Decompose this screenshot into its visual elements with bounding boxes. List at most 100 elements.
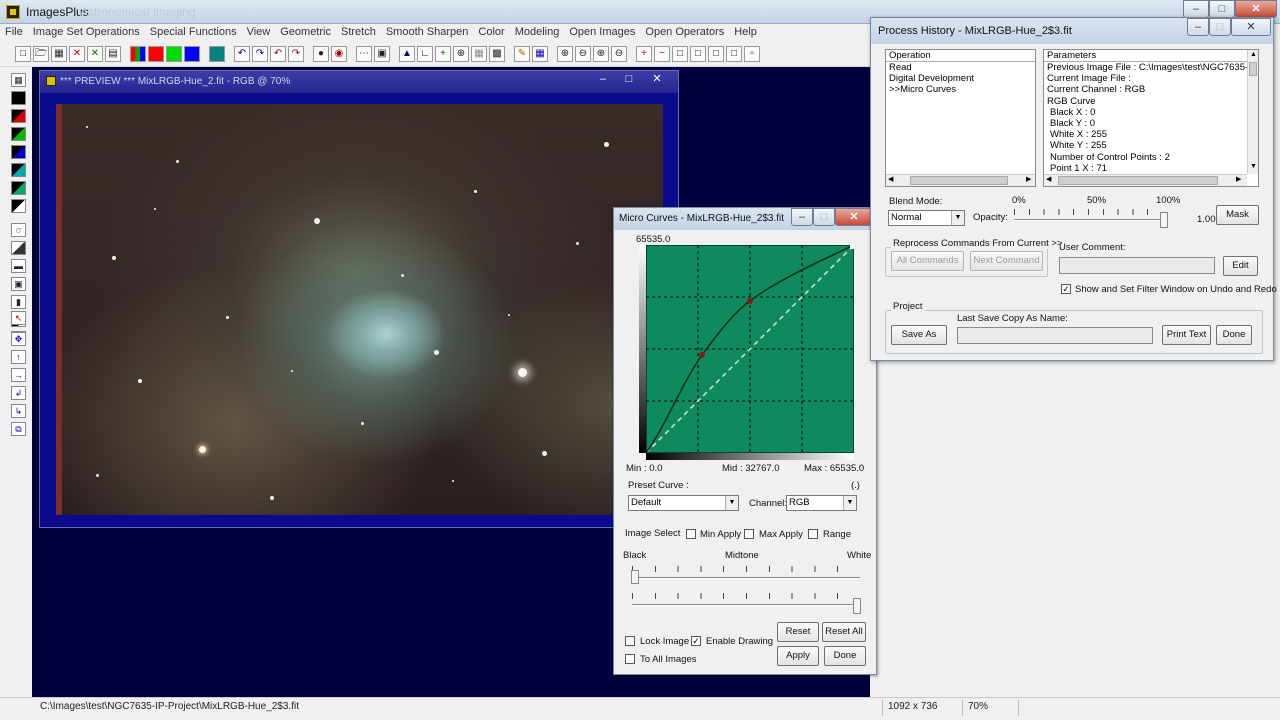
mask-button[interactable]: Mask [1216,205,1259,225]
save-icon[interactable]: ▦ [11,73,26,87]
preview-maximize-button[interactable]: □ [616,73,642,87]
lock-image-checkbox[interactable] [625,636,635,646]
parameters-vertical-scrollbar[interactable]: ▲ ▼ [1247,50,1258,174]
bw-mix-icon[interactable] [11,199,26,213]
operation-horizontal-scrollbar[interactable]: ◀ ▶ [886,174,1035,186]
point-tool-icon[interactable]: ● [313,46,329,62]
save-copy-name-field[interactable] [957,327,1153,344]
crosshair-thin-icon[interactable]: ⊕ [453,46,469,62]
new-file-icon[interactable]: □ [15,46,31,62]
parameters-horizontal-scrollbar[interactable]: ◀ ▶ [1044,174,1247,186]
save-as-button[interactable]: Save As [891,325,947,345]
scroll-thumb[interactable] [910,176,1008,185]
square-3-icon[interactable]: □ [708,46,724,62]
minimize-button[interactable]: – [1183,0,1209,18]
curve-graph[interactable] [646,245,854,453]
crosshair-icon[interactable]: + [435,46,451,62]
cyan-mix-icon[interactable] [11,163,26,177]
to-all-images-checkbox[interactable] [625,654,635,664]
next-command-button[interactable]: Next Command [970,251,1043,271]
blue-channel-icon[interactable] [184,46,200,62]
opacity-slider-track[interactable] [1014,219,1164,221]
menu-help[interactable]: Help [729,24,762,40]
white-slider-track[interactable] [632,604,860,606]
control-point-1[interactable] [699,352,705,358]
square-1-icon[interactable]: □ [672,46,688,62]
gradient-icon[interactable] [11,241,26,255]
history-done-button[interactable]: Done [1216,325,1252,345]
process-history-title-bar[interactable]: Process History - MixLRGB-Hue_2$3.fit – … [871,18,1273,44]
zoom-fit-icon[interactable]: ⊕ [593,46,609,62]
range-checkbox[interactable] [808,529,818,539]
parameters-list[interactable]: Parameters Previous Image File : C:\Imag… [1043,49,1259,187]
menu-open-operators[interactable]: Open Operators [640,24,729,40]
all-commands-button[interactable]: All Commands [891,251,964,271]
operation-item[interactable]: Read [886,62,1035,73]
preview-minimize-button[interactable]: – [590,73,616,87]
micro-maximize-button[interactable]: □ [813,208,835,226]
zoom-in-icon[interactable]: ⊕ [557,46,573,62]
scroll-thumb[interactable] [1058,176,1218,185]
luminance-icon[interactable] [209,46,225,62]
pointer-icon[interactable]: ↖ [11,311,26,325]
columns-icon[interactable]: ▮ [11,295,26,309]
menu-stretch[interactable]: Stretch [336,24,381,40]
undo-all-icon[interactable]: ↶ [270,46,286,62]
menu-geometric[interactable]: Geometric [275,24,336,40]
square-4-icon[interactable]: □ [726,46,742,62]
histogram-icon[interactable]: ▲ [399,46,415,62]
opacity-slider-thumb[interactable] [1160,212,1168,228]
scroll-left-icon[interactable]: ◀ [888,175,893,183]
edit-button[interactable]: Edit [1223,256,1258,276]
dotted-line-icon[interactable]: ⋯ [356,46,372,62]
print-icon[interactable]: ▤ [105,46,121,62]
subtract-icon[interactable]: − [654,46,670,62]
nebula-image[interactable] [56,104,663,515]
close-button[interactable]: ✕ [1235,0,1277,18]
show-filter-checkbox[interactable]: ✓ [1061,284,1071,294]
zoom-out-icon[interactable]: ⊖ [575,46,591,62]
menu-file[interactable]: File [0,24,28,40]
small-square-icon[interactable]: ▫ [744,46,760,62]
micro-minimize-button[interactable]: – [791,208,813,226]
midtone-slider-track[interactable] [632,577,860,579]
enable-drawing-checkbox[interactable]: ✓ [691,636,701,646]
close-all-icon[interactable]: ✕ [87,46,103,62]
menu-open-images[interactable]: Open Images [564,24,640,40]
history-close-button[interactable]: ✕ [1231,18,1271,36]
select-icon[interactable]: ▣ [11,277,26,291]
scroll-right-icon[interactable]: ▶ [1236,175,1241,183]
square-2-icon[interactable]: □ [690,46,706,62]
print-text-button[interactable]: Print Text [1162,325,1211,345]
duplicate-icon[interactable]: ⧉ [11,422,26,436]
operation-item-selected[interactable]: >>Micro Curves [886,84,1035,95]
scroll-thumb[interactable] [1249,62,1257,76]
green-channel-icon[interactable] [166,46,182,62]
control-point-2[interactable] [747,298,753,304]
preset-curve-select[interactable]: Default ▼ [628,495,739,511]
crop-icon[interactable]: ▣ [374,46,390,62]
graph-icon[interactable]: ∟ [417,46,433,62]
red-mix-icon[interactable] [11,109,26,123]
scroll-left-icon[interactable]: ◀ [1046,175,1051,183]
menu-color[interactable]: Color [473,24,509,40]
menu-special-functions[interactable]: Special Functions [145,24,242,40]
grid-icon[interactable]: ▦ [471,46,487,62]
micro-close-button[interactable]: ✕ [835,208,873,226]
reset-button[interactable]: Reset [777,622,819,642]
add-icon[interactable]: + [636,46,652,62]
flatten-icon[interactable]: ▬ [11,259,26,273]
rotate-right-icon[interactable]: ↳ [11,404,26,418]
operation-item[interactable]: Digital Development [886,73,1035,84]
green-mix-icon[interactable] [11,127,26,141]
preview-close-button[interactable]: ✕ [644,73,670,87]
scroll-down-icon[interactable]: ▼ [1250,163,1257,170]
blue-mix-icon[interactable] [11,145,26,159]
arrow-up-icon[interactable]: ↑ [11,350,26,364]
white-point-handle[interactable] [850,245,854,249]
rgb-channels-icon[interactable] [130,46,146,62]
min-apply-checkbox[interactable] [686,529,696,539]
scroll-right-icon[interactable]: ▶ [1026,175,1031,183]
undo-icon[interactable]: ↶ [234,46,250,62]
operation-list[interactable]: Operation Read Digital Development >>Mic… [885,49,1036,187]
